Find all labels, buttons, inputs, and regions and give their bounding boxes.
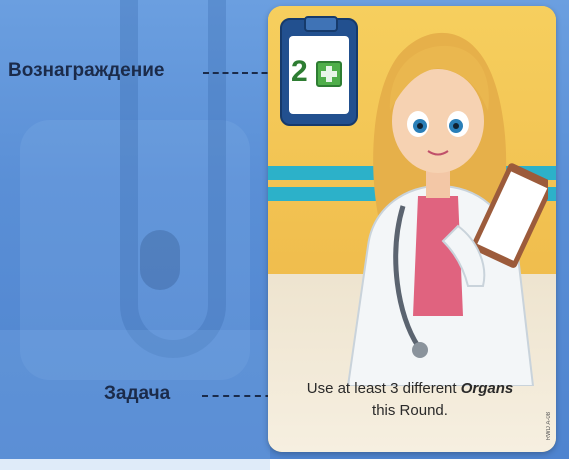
task-callout-label: Задача xyxy=(104,383,171,404)
objective-card[interactable]: 2 Use at least 3 different Organs this R… xyxy=(268,6,556,452)
reward-clipboard: 2 xyxy=(280,16,358,126)
task-text: Use at least 3 different Organs this Rou… xyxy=(282,378,538,440)
stethoscope-head-shape xyxy=(140,230,180,290)
green-cross-icon xyxy=(316,61,342,87)
reward-value: 2 xyxy=(291,55,308,88)
task-text-end: this Round. xyxy=(372,402,448,419)
card-code: RWD A-08 xyxy=(546,411,552,440)
reward-callout-label: Вознаграждение xyxy=(8,60,165,81)
clipboard-clip xyxy=(304,16,338,32)
task-text-start: Use at least 3 different xyxy=(306,380,461,397)
stethoscope-shape xyxy=(120,0,226,358)
task-text-emphasis: Organs xyxy=(460,380,514,397)
doctor-illustration xyxy=(346,32,548,386)
